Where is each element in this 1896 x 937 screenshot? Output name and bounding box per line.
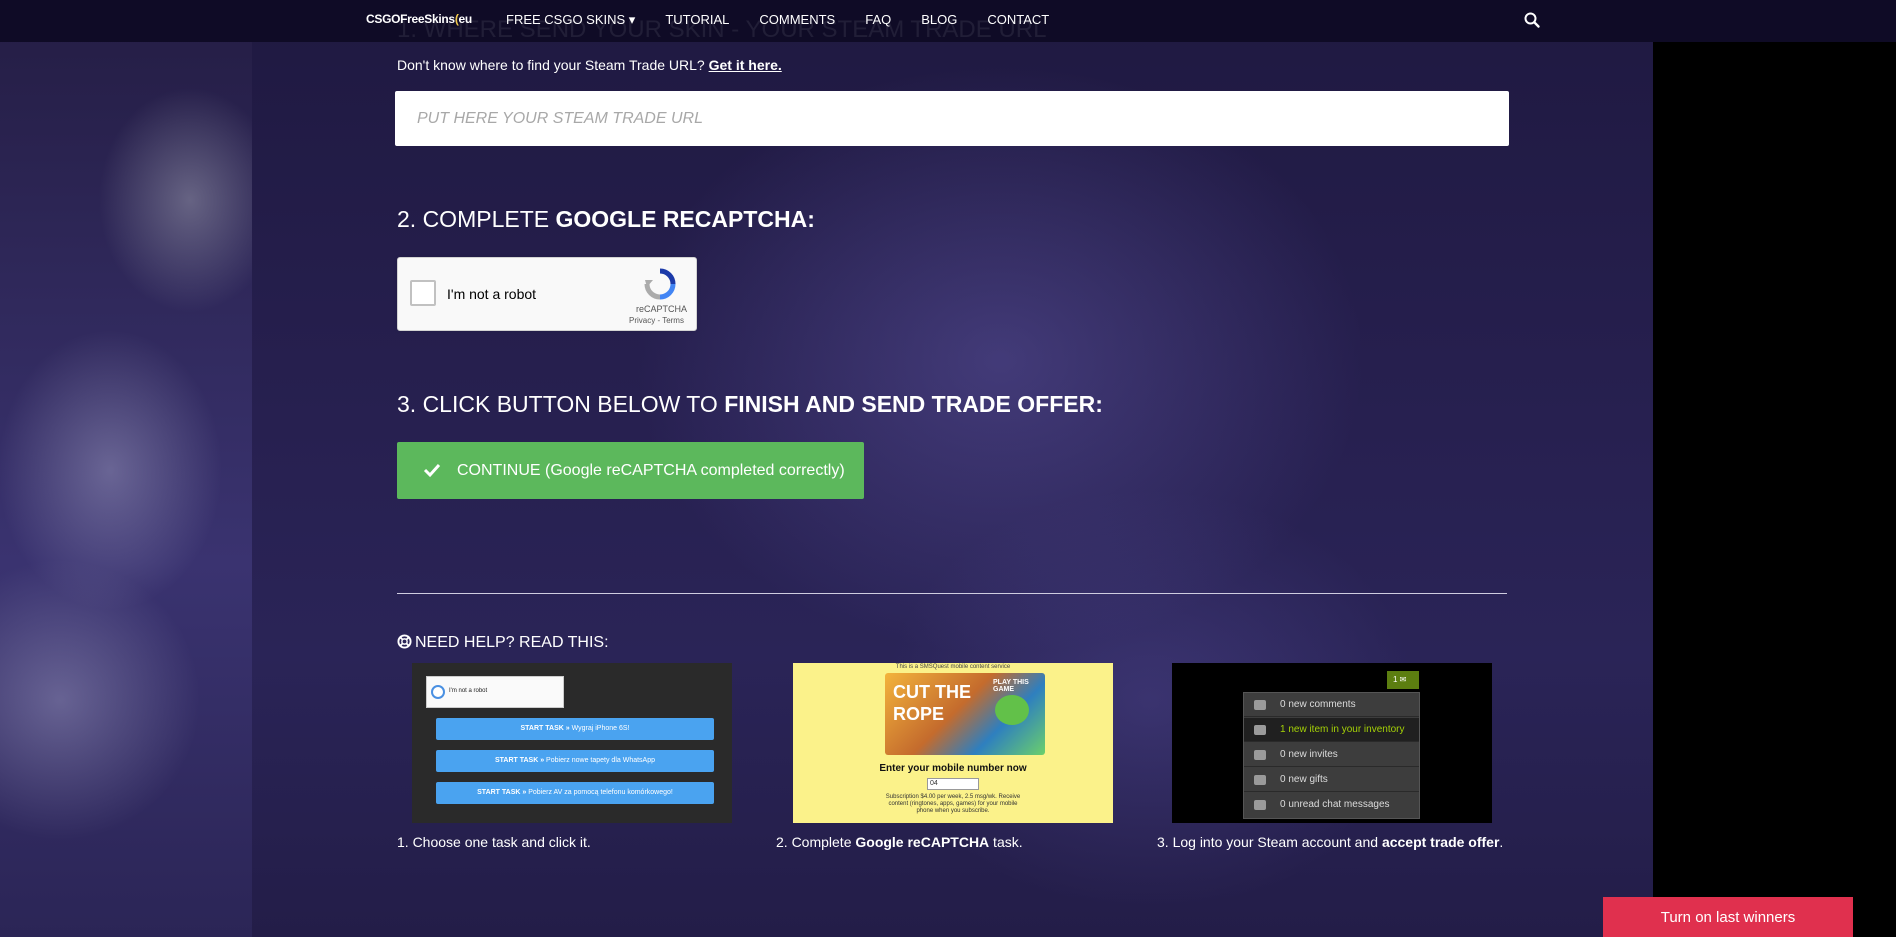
- spinner-icon: [431, 685, 445, 699]
- notification-row: 1 new item in your inventory: [1244, 718, 1419, 742]
- continue-button[interactable]: CONTINUE (Google reCAPTCHA completed cor…: [397, 442, 864, 499]
- notification-row: 0 new gifts: [1244, 768, 1419, 792]
- step2-heading: 2. COMPLETE GOOGLE RECAPTCHA:: [397, 206, 815, 232]
- invite-icon: [1254, 750, 1266, 760]
- recaptcha-widget: I'm not a robot reCAPTCHA Privacy - Term…: [397, 257, 697, 331]
- trade-url-hint: Don't know where to find your Steam Trad…: [397, 57, 782, 73]
- recaptcha-logo-icon: [644, 268, 676, 300]
- inventory-icon: [1254, 725, 1266, 735]
- get-trade-url-link[interactable]: Get it here.: [709, 57, 782, 73]
- check-icon: [423, 463, 441, 478]
- gift-icon: [1254, 775, 1266, 785]
- section-divider: [397, 593, 1507, 594]
- help-image-tasks: I'm not a robot START TASK » Wygraj iPho…: [412, 663, 732, 823]
- help-heading: NEED HELP? READ THIS:: [397, 634, 609, 652]
- chat-icon: [1254, 800, 1266, 810]
- notification-row: 0 new comments: [1244, 693, 1419, 717]
- soldier-background-art: [0, 0, 252, 937]
- mini-task-button: START TASK » Pobierz nowe tapety dla Wha…: [436, 750, 714, 772]
- recaptcha-terms-link[interactable]: Privacy - Terms: [629, 316, 684, 325]
- game-banner: CUT THE ROPE PLAY THIS GAME: [885, 673, 1045, 755]
- comment-icon: [1254, 700, 1266, 710]
- help-caption-3: 3. Log into your Steam account and accep…: [1157, 834, 1504, 850]
- recaptcha-label: I'm not a robot: [447, 286, 537, 302]
- mini-task-button: START TASK » Wygraj iPhone 6S!: [436, 718, 714, 740]
- step1-heading: 1. WHERE SEND YOUR SKIN - YOUR STEAM TRA…: [397, 16, 1047, 43]
- steam-trade-url-input[interactable]: [395, 91, 1509, 146]
- recaptcha-checkbox[interactable]: [410, 280, 436, 306]
- last-winners-button[interactable]: Turn on last winners: [1603, 897, 1853, 937]
- steam-notifications-panel: 0 new comments 1 new item in your invent…: [1243, 692, 1420, 819]
- help-caption-2: 2. Complete Google reCAPTCHA task.: [776, 834, 1023, 850]
- notification-row: 0 new invites: [1244, 743, 1419, 767]
- help-caption-1: 1. Choose one task and click it.: [397, 834, 591, 850]
- search-icon[interactable]: [1523, 11, 1541, 29]
- frog-character-icon: [995, 695, 1029, 725]
- help-image-recaptcha-task: This is a SMSQuest mobile content servic…: [793, 663, 1113, 823]
- mini-task-button: START TASK » Pobierz AV za pomocą telefo…: [436, 782, 714, 804]
- help-image-steam-inventory: 1 ✉ 0 new comments 1 new item in your in…: [1172, 663, 1492, 823]
- right-dark-panel: [1653, 0, 1896, 937]
- lifebuoy-icon: [397, 634, 412, 649]
- mini-recaptcha: I'm not a robot: [426, 676, 564, 708]
- notification-badge: 1 ✉: [1387, 671, 1419, 689]
- notification-row: 0 unread chat messages: [1244, 793, 1419, 817]
- step3-heading: 3. CLICK BUTTON BELOW TO FINISH AND SEND…: [397, 391, 1103, 417]
- recaptcha-brand: reCAPTCHA: [636, 304, 688, 314]
